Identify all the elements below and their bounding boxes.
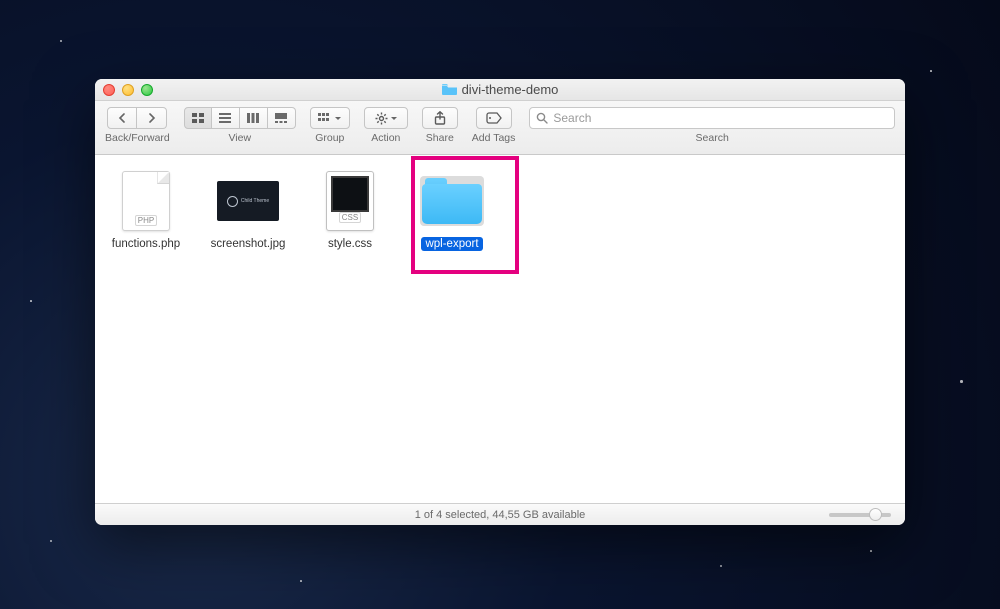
search-field[interactable] bbox=[529, 107, 895, 129]
view-column-button[interactable] bbox=[240, 107, 268, 129]
gallery-icon bbox=[275, 113, 287, 123]
columns-icon bbox=[247, 113, 259, 123]
group-button[interactable] bbox=[310, 107, 350, 129]
share-label: Share bbox=[426, 132, 454, 144]
search-input[interactable] bbox=[553, 111, 888, 125]
minimize-button[interactable] bbox=[122, 84, 134, 96]
file-label: style.css bbox=[324, 237, 376, 251]
chevron-left-icon bbox=[118, 113, 126, 123]
tags-group: Add Tags bbox=[472, 107, 516, 144]
share-icon bbox=[434, 111, 446, 125]
file-item-functions-php[interactable]: PHP functions.php bbox=[103, 169, 189, 251]
icon-size-slider[interactable] bbox=[829, 513, 891, 517]
titlebar[interactable]: divi-theme-demo bbox=[95, 79, 905, 101]
window-controls bbox=[103, 84, 153, 96]
status-text: 1 of 4 selected, 44,55 GB available bbox=[415, 509, 586, 521]
finder-window: divi-theme-demo Back/Forward bbox=[95, 79, 905, 525]
zoom-button[interactable] bbox=[141, 84, 153, 96]
chevron-down-icon bbox=[335, 117, 341, 120]
file-label: screenshot.jpg bbox=[207, 237, 290, 251]
back-forward-label: Back/Forward bbox=[105, 132, 170, 144]
grid-icon bbox=[192, 113, 204, 123]
chevron-down-icon bbox=[391, 117, 397, 120]
badge-label: CSS bbox=[339, 212, 361, 223]
file-item-screenshot-jpg[interactable]: Child Theme screenshot.jpg bbox=[205, 169, 291, 251]
folder-icon bbox=[420, 169, 484, 233]
tags-label: Add Tags bbox=[472, 132, 516, 144]
group-icon bbox=[318, 113, 332, 123]
status-bar: 1 of 4 selected, 44,55 GB available bbox=[95, 503, 905, 525]
folder-icon bbox=[442, 84, 457, 95]
gear-icon bbox=[375, 112, 388, 125]
view-label: View bbox=[228, 132, 251, 144]
list-icon bbox=[219, 113, 231, 123]
tags-button[interactable] bbox=[476, 107, 512, 129]
back-forward-group: Back/Forward bbox=[105, 107, 170, 144]
file-item-style-css[interactable]: CSS style.css bbox=[307, 169, 393, 251]
back-button[interactable] bbox=[107, 107, 137, 129]
share-group: Share bbox=[422, 107, 458, 144]
slider-knob[interactable] bbox=[869, 508, 882, 521]
file-item-wpl-export[interactable]: wpl-export bbox=[409, 169, 495, 251]
action-label: Action bbox=[371, 132, 400, 144]
file-label: wpl-export bbox=[421, 237, 482, 251]
toolbar: Back/Forward View bbox=[95, 101, 905, 155]
search-group: Search bbox=[529, 107, 895, 144]
action-button[interactable] bbox=[364, 107, 408, 129]
view-group: View bbox=[184, 107, 296, 144]
window-title-text: divi-theme-demo bbox=[462, 82, 559, 97]
view-icon-button[interactable] bbox=[184, 107, 212, 129]
group-group: Group bbox=[310, 107, 350, 144]
window-title: divi-theme-demo bbox=[442, 82, 559, 97]
file-label: functions.php bbox=[108, 237, 184, 251]
view-list-button[interactable] bbox=[212, 107, 240, 129]
file-grid[interactable]: PHP functions.php Child Theme screenshot… bbox=[95, 155, 905, 503]
tag-icon bbox=[486, 112, 502, 124]
css-file-icon: CSS bbox=[318, 169, 382, 233]
chevron-right-icon bbox=[148, 113, 156, 123]
view-gallery-button[interactable] bbox=[268, 107, 296, 129]
search-icon bbox=[536, 112, 548, 124]
action-group: Action bbox=[364, 107, 408, 144]
image-file-icon: Child Theme bbox=[216, 169, 280, 233]
share-button[interactable] bbox=[422, 107, 458, 129]
group-label: Group bbox=[315, 132, 344, 144]
close-button[interactable] bbox=[103, 84, 115, 96]
badge-label: PHP bbox=[135, 215, 157, 226]
forward-button[interactable] bbox=[137, 107, 167, 129]
php-file-icon: PHP bbox=[114, 169, 178, 233]
search-label: Search bbox=[696, 132, 729, 144]
